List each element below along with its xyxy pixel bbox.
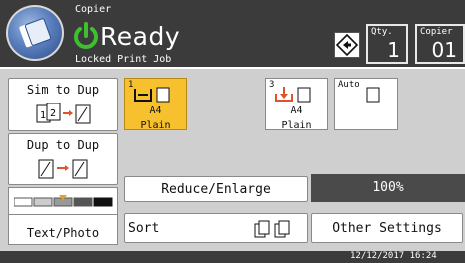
power-status-icon <box>74 22 98 49</box>
sim-to-dup-label: Sim to Dup <box>26 83 100 97</box>
tray-1-size: A4 <box>149 105 162 116</box>
copier-number-display: Copier 01 <box>415 24 465 64</box>
tray-3-button[interactable]: 3 A4 Plain <box>265 78 328 131</box>
locked-print-job-status: Locked Print Job <box>75 54 172 65</box>
paper-icon <box>366 87 380 103</box>
status-text: Ready <box>100 22 181 51</box>
reduce-enlarge-label: Reduce/Enlarge <box>161 182 271 197</box>
app-name: Copier <box>75 4 112 15</box>
simplex-to-duplex-icon: 1 2 <box>36 103 91 124</box>
other-settings-label: Other Settings <box>332 221 442 236</box>
copy-icon <box>19 18 52 48</box>
copier-app-icon[interactable] <box>6 5 64 61</box>
footer-bar: 12/12/2017 16:24 <box>0 251 465 263</box>
check-status-icon[interactable] <box>334 32 360 58</box>
auto-tray-button[interactable]: Auto <box>334 78 398 130</box>
other-settings-button[interactable]: Other Settings <box>311 213 463 243</box>
sort-pages-icon <box>254 220 290 238</box>
reduce-enlarge-button[interactable]: Reduce/Enlarge <box>124 176 308 202</box>
tray-3-size: A4 <box>290 105 303 116</box>
tray-1-type: Plain <box>140 120 171 131</box>
sort-label: Sort <box>128 221 160 236</box>
paper-tray-icon <box>134 87 170 103</box>
text-photo-button[interactable]: Text/Photo <box>8 187 118 245</box>
tray-1-button[interactable]: 1 A4 Plain <box>124 78 187 131</box>
svg-text:2: 2 <box>50 108 56 119</box>
text-photo-label: Text/Photo <box>26 226 100 240</box>
diamond-arrow-icon <box>335 33 359 57</box>
status-header: Copier Ready Locked Print Job Qty. 1 Cop… <box>0 0 465 67</box>
paper-tray-arrow-icon <box>275 87 311 103</box>
quantity-display: Qty. 1 <box>366 24 408 64</box>
qty-label: Qty. <box>371 27 393 37</box>
divider <box>9 214 117 215</box>
svg-text:1: 1 <box>40 110 46 121</box>
auto-label: Auto <box>338 80 360 90</box>
copier-value: 01 <box>431 38 457 62</box>
sim-to-dup-button[interactable]: Sim to Dup 1 2 <box>8 78 118 131</box>
dup-to-dup-label: Dup to Dup <box>26 138 100 152</box>
sort-button[interactable]: Sort <box>124 213 308 243</box>
duplex-to-duplex-icon <box>38 159 88 179</box>
copier-label: Copier <box>420 27 453 37</box>
qty-value: 1 <box>387 38 400 62</box>
zoom-percent-display: 100% <box>311 174 465 202</box>
density-scale-icon <box>14 195 113 207</box>
tray-3-type: Plain <box>281 120 312 131</box>
date-time: 12/12/2017 16:24 <box>350 251 437 261</box>
dup-to-dup-button[interactable]: Dup to Dup <box>8 133 118 185</box>
